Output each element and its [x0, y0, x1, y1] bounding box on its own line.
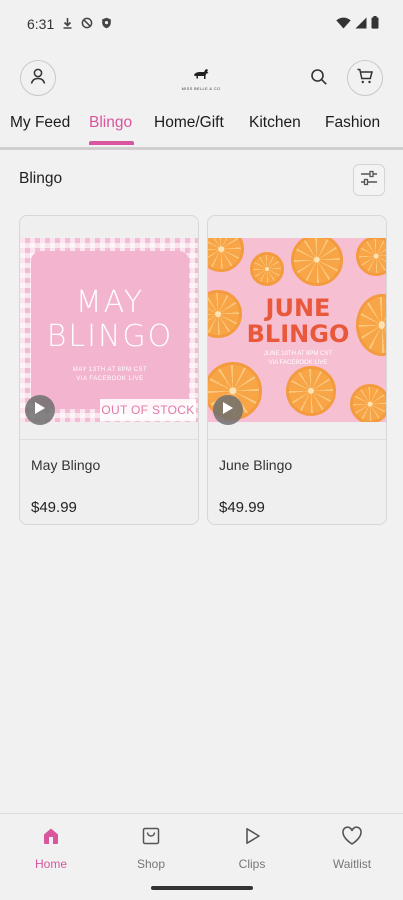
- orange-slice: [286, 366, 336, 416]
- image-title-line1: JUNE: [265, 294, 331, 322]
- out-of-stock-badge: OUT OF STOCK: [100, 399, 196, 421]
- product-card[interactable]: MAY BLINGO MAY 13TH AT 8PM CST VIA FACEB…: [19, 215, 199, 525]
- wifi-icon: [336, 17, 351, 32]
- sliders-icon: [360, 170, 378, 191]
- active-tab-indicator: [89, 141, 134, 145]
- tabs-divider: [0, 147, 403, 150]
- play-icon: [222, 401, 234, 420]
- image-subtitle-line2: VIA FACEBOOK LIVE: [76, 376, 144, 382]
- image-subtitle-line2: VIA FACEBOOK LIVE: [268, 360, 328, 366]
- status-bar: 6:31: [0, 0, 403, 48]
- search-button[interactable]: [306, 66, 332, 92]
- tab-blingo[interactable]: Blingo: [89, 114, 132, 132]
- profile-button[interactable]: [20, 60, 56, 96]
- tab-home-gift[interactable]: Home/Gift: [154, 114, 224, 132]
- product-card[interactable]: JUNE BLINGO JUNE 10TH AT 8PM CST VIA FAC…: [207, 215, 387, 525]
- battery-icon: [371, 16, 379, 32]
- cart-button[interactable]: [347, 60, 383, 96]
- cart-icon: [356, 67, 374, 90]
- nav-waitlist-label: Waitlist: [332, 857, 372, 871]
- app-header: MISS BELLE & CO: [0, 58, 403, 100]
- shop-bag-icon: [139, 824, 163, 848]
- product-image[interactable]: JUNE BLINGO JUNE 10TH AT 8PM CST VIA FAC…: [208, 238, 386, 422]
- filter-button[interactable]: [353, 164, 385, 196]
- image-title-line1: MAY: [75, 285, 145, 320]
- tab-kitchen[interactable]: Kitchen: [249, 114, 301, 132]
- play-video-button[interactable]: [213, 395, 243, 425]
- logo-text: MISS BELLE & CO: [181, 86, 221, 91]
- profile-icon: [29, 67, 47, 90]
- shield-icon: [101, 17, 112, 32]
- play-icon: [240, 824, 264, 848]
- nav-shop[interactable]: Shop: [111, 824, 191, 874]
- tab-fashion[interactable]: Fashion: [325, 114, 380, 132]
- product-name[interactable]: May Blingo: [31, 457, 100, 473]
- nav-waitlist[interactable]: Waitlist: [312, 824, 392, 874]
- nav-home[interactable]: Home: [11, 824, 91, 874]
- image-title-line2: BLINGO: [46, 319, 174, 354]
- product-name[interactable]: June Blingo: [219, 457, 292, 473]
- card-divider: [208, 439, 386, 440]
- download-icon: [62, 17, 73, 32]
- image-subtitle-line1: MAY 13TH AT 8PM CST: [72, 367, 148, 373]
- nav-clips-label: Clips: [238, 857, 266, 871]
- home-icon: [39, 824, 63, 848]
- nav-home-label: Home: [34, 857, 67, 871]
- status-right: [336, 16, 379, 32]
- status-left: 6:31: [27, 16, 112, 32]
- orange-slice: [250, 252, 284, 286]
- category-tabs: My Feed Blingo Home/Gift Kitchen Fashion: [0, 110, 403, 150]
- nfc-icon: [81, 17, 93, 32]
- nav-shop-label: Shop: [136, 857, 166, 871]
- search-icon: [310, 68, 328, 91]
- product-price: $49.99: [219, 499, 265, 516]
- gesture-bar: [151, 886, 253, 890]
- orange-slice: [350, 384, 386, 422]
- image-title-line2: BLINGO: [246, 320, 350, 348]
- section-title: Blingo: [19, 170, 63, 187]
- brand-logo[interactable]: MISS BELLE & CO: [178, 66, 224, 92]
- logo-icon: [192, 67, 210, 85]
- signal-icon: [355, 17, 367, 32]
- nav-clips[interactable]: Clips: [212, 824, 292, 874]
- card-divider: [20, 439, 198, 440]
- product-image[interactable]: MAY BLINGO MAY 13TH AT 8PM CST VIA FACEB…: [20, 238, 198, 422]
- play-icon: [34, 401, 46, 420]
- heart-icon: [340, 824, 364, 848]
- tab-my-feed[interactable]: My Feed: [10, 114, 70, 132]
- image-subtitle-line1: JUNE 10TH AT 8PM CST: [263, 351, 333, 357]
- play-video-button[interactable]: [25, 395, 55, 425]
- status-time: 6:31: [27, 16, 55, 32]
- product-price: $49.99: [31, 499, 77, 516]
